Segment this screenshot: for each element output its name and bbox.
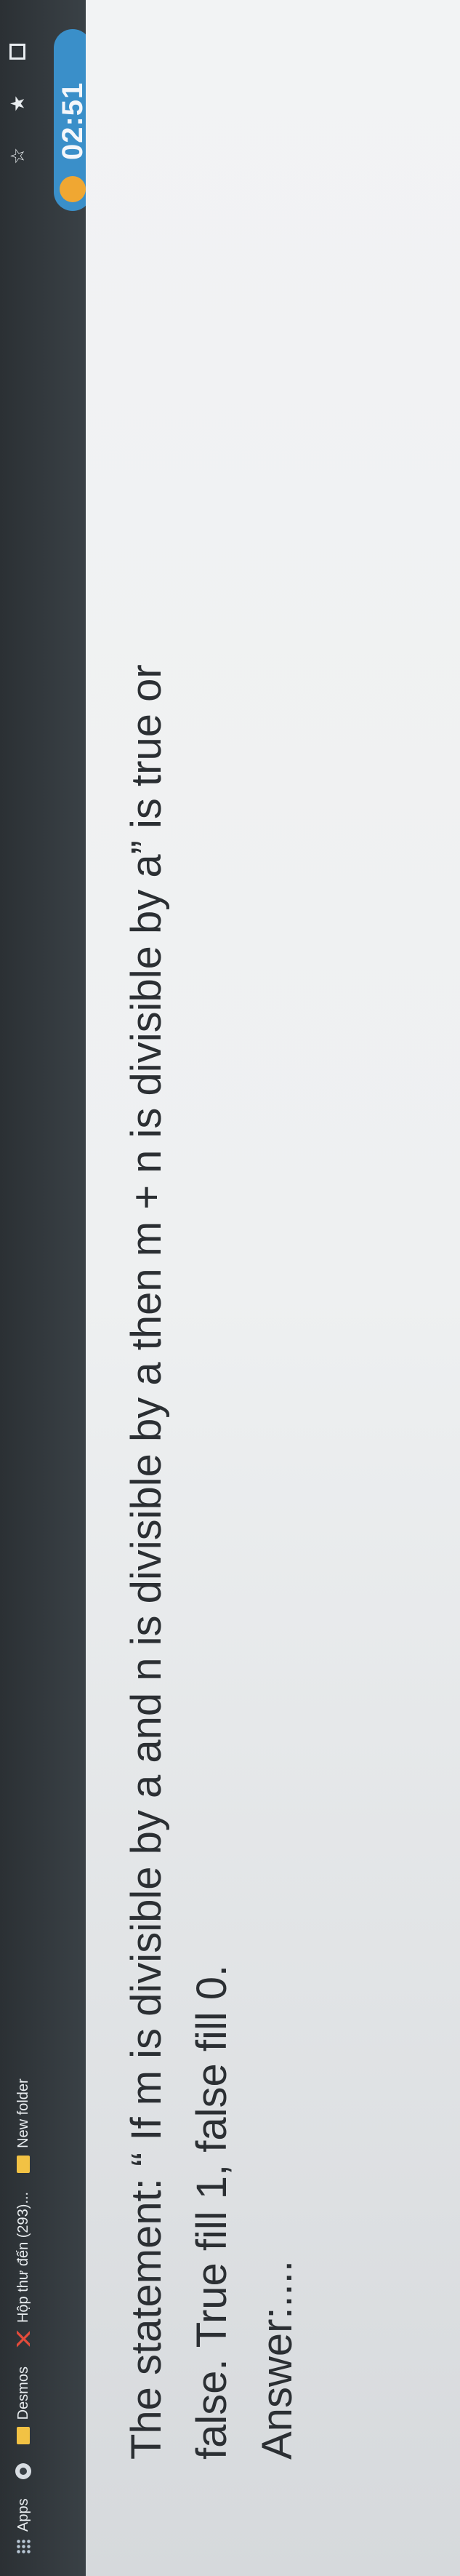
bookmark-label: New folder [15, 2078, 31, 2148]
window-icon[interactable] [9, 44, 25, 60]
bookmark-gmail[interactable]: Hộp thư đến (293)... [15, 2192, 32, 2348]
bookmark-apps[interactable]: Apps [15, 2498, 32, 2554]
question-line-1: The statement: “ If m is divisible by a … [123, 664, 170, 2460]
rotated-screen: Apps Desmos Hộp thư đến (293)... New fol… [0, 0, 460, 2576]
star-icon[interactable]: ☆ [7, 147, 28, 164]
bookmark-label: Hộp thư đến (293)... [15, 2191, 31, 2324]
browser-chrome: Apps Desmos Hộp thư đến (293)... New fol… [0, 0, 86, 2576]
bookmark-label: Apps [15, 2498, 31, 2532]
bookmark-google[interactable] [15, 2463, 31, 2480]
answer-field[interactable]: Answer:.... [254, 2260, 301, 2460]
question-line-2: false. True fill 1, false fill 0. [188, 1964, 235, 2460]
bookmark-star-icon[interactable]: ★ [7, 95, 28, 112]
question-content: The statement: “ If m is divisible by a … [86, 0, 460, 2576]
bookmark-desmos[interactable]: Desmos [15, 2366, 32, 2445]
apps-grid-icon [15, 2539, 31, 2554]
clock-icon [60, 176, 86, 202]
google-g-icon [15, 2463, 31, 2480]
bookmark-label: Desmos [15, 2366, 31, 2420]
timer-text: 02:51 [56, 81, 89, 160]
bookmarks-bar: Apps Desmos Hộp thư đến (293)... New fol… [0, 0, 47, 2576]
folder-icon [17, 2155, 30, 2173]
folder-icon [17, 2427, 30, 2445]
gmail-icon [17, 2330, 30, 2348]
bookmark-new-folder[interactable]: New folder [15, 2078, 32, 2173]
toolbar-right: ☆ ★ [7, 44, 28, 164]
